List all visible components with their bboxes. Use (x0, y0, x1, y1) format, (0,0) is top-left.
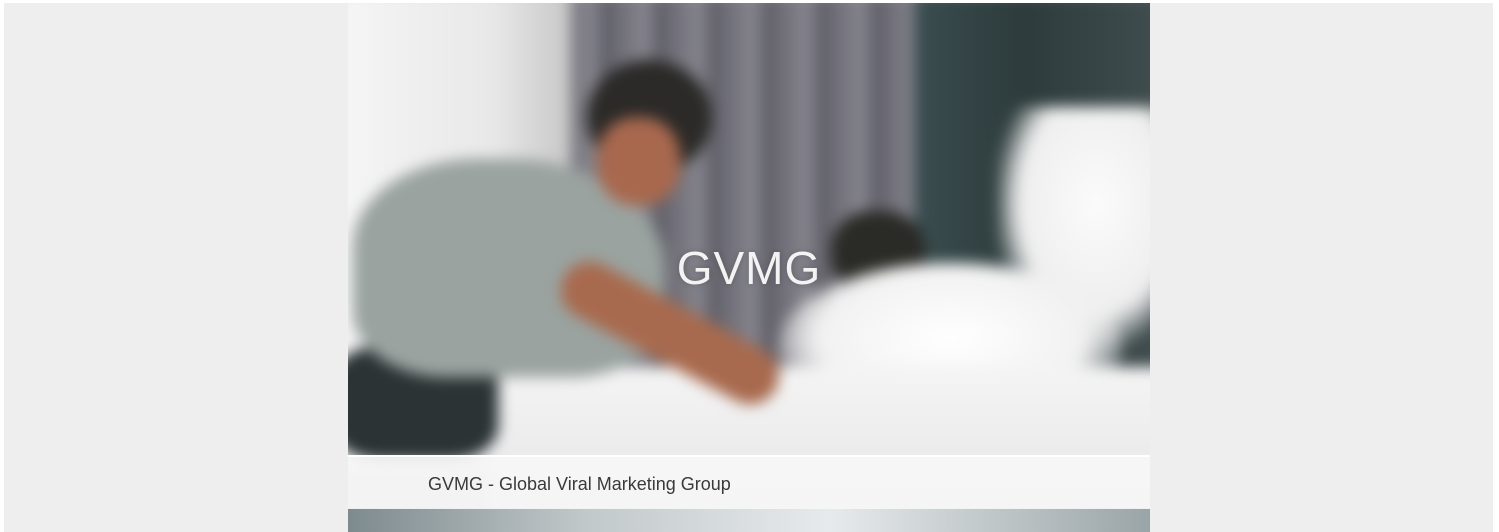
caption-text: GVMG - Global Viral Marketing Group (428, 474, 731, 494)
photo-bottom-strip (348, 508, 1150, 532)
hero-card[interactable]: GVMG GVMG - Global Viral Marketing Group (348, 3, 1150, 532)
photo-person-face (597, 117, 681, 206)
hero-title: GVMG (676, 242, 822, 294)
caption-bar: GVMG - Global Viral Marketing Group (348, 455, 1150, 509)
